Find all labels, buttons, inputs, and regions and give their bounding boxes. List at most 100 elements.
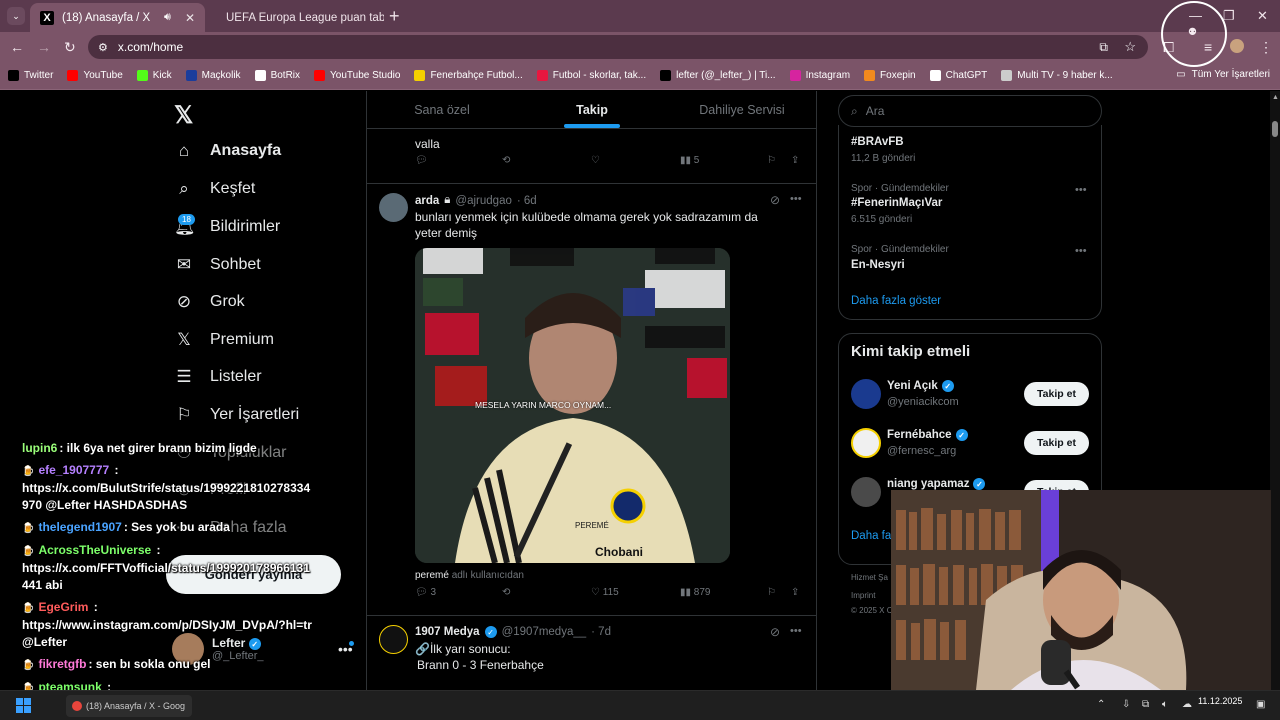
bookmark-item[interactable]: Kick xyxy=(136,70,172,81)
reply-icon[interactable]: 💬︎ xyxy=(415,155,428,166)
bookmark-item[interactable]: YouTube Studio xyxy=(314,70,400,81)
nav-item-grok[interactable]: ⊘ Grok xyxy=(174,292,245,312)
tray-chevron-icon[interactable]: ⌃ xyxy=(1097,699,1105,710)
bookmark-item[interactable]: Foxepin xyxy=(864,70,916,81)
menu-icon[interactable]: ⋮ xyxy=(1259,39,1273,56)
footer-link[interactable]: Imprint xyxy=(851,591,875,600)
follow-button[interactable]: Takip et xyxy=(1024,431,1089,455)
author-handle[interactable]: @ajrudgao xyxy=(455,195,511,207)
download-icon[interactable]: ⇩ xyxy=(1122,699,1130,710)
tab-following[interactable]: Takip xyxy=(517,91,667,128)
avatar[interactable] xyxy=(851,477,881,507)
bookmark-item[interactable]: Futbol - skorlar, tak... xyxy=(536,70,646,81)
search-input[interactable]: ⌕ Ara xyxy=(838,95,1102,127)
clock[interactable]: 11.12.2025 xyxy=(1198,695,1242,707)
suggestion-name[interactable]: Fernébahce ✓ xyxy=(887,429,968,441)
more-icon[interactable]: ••• xyxy=(1075,245,1087,257)
bookmark-item[interactable]: Maçkolik xyxy=(185,70,241,81)
share-icon[interactable]: ⇪ xyxy=(791,587,799,598)
tab-uefa[interactable]: UEFA Europa League puan tabl ✕ xyxy=(208,3,384,32)
bookmark-icon[interactable]: ⚐ xyxy=(767,587,776,598)
nav-item-list[interactable]: ☰ Listeler xyxy=(174,367,261,387)
avatar[interactable] xyxy=(851,428,881,458)
star-icon[interactable]: ☆ xyxy=(1124,39,1136,55)
bookmark-item[interactable]: Twitter xyxy=(8,70,53,81)
nav-item-search[interactable]: ⌕ Keşfet xyxy=(174,179,255,199)
windows-start-icon[interactable] xyxy=(16,698,32,714)
suggestion-name[interactable]: Yeni Açık ✓ xyxy=(887,380,954,392)
bookmark-item[interactable]: lefter (@_lefter_) | Ti... xyxy=(660,70,776,81)
bookmark-item[interactable]: YouTube xyxy=(67,70,123,81)
tab-search-button[interactable]: ⌄ xyxy=(7,7,25,25)
nav-item-bookmark[interactable]: ⚐ Yer İşaretleri xyxy=(174,405,299,425)
post-time[interactable]: · 7d xyxy=(591,626,611,638)
suggestion-handle[interactable]: @fernesc_arg xyxy=(887,445,956,457)
avatar[interactable] xyxy=(379,193,408,222)
trend-name[interactable]: #FenerinMaçıVar xyxy=(851,197,942,209)
repost-icon[interactable]: ⟲ xyxy=(502,587,510,598)
address-bar[interactable]: ⚙ x.com/home ⧉ ☆ xyxy=(88,35,1148,59)
cloud-icon[interactable]: ☁ xyxy=(1182,699,1192,710)
trend-name[interactable]: En-Nesyri xyxy=(851,259,905,271)
tab-dahiliye[interactable]: Dahiliye Servisi xyxy=(667,91,816,128)
cast-icon[interactable]: ⧉ xyxy=(1099,40,1108,55)
more-icon[interactable]: ••• xyxy=(1075,184,1087,196)
like-button[interactable]: ♡ 115 xyxy=(591,587,619,598)
nav-item-x-premium[interactable]: 𝕏 Premium xyxy=(174,330,274,350)
share-icon[interactable]: ⇪ xyxy=(791,155,799,166)
suggestion-handle[interactable]: @yeniacikcom xyxy=(887,396,959,408)
profile-avatar-icon[interactable] xyxy=(1230,39,1244,53)
author-handle[interactable]: @1907medya__ xyxy=(502,626,587,638)
tab-for-you[interactable]: Sana özel xyxy=(367,91,517,128)
show-more-link[interactable]: Daha fazla göster xyxy=(851,295,941,307)
grok-icon[interactable]: ⊘ xyxy=(770,193,780,207)
show-more-link[interactable]: Daha fa xyxy=(851,530,891,542)
post-time[interactable]: · 6d xyxy=(517,195,537,207)
nav-label: Sohbet xyxy=(210,256,261,273)
author-name[interactable]: arda xyxy=(415,195,439,207)
repost-icon[interactable]: ⟲ xyxy=(502,155,510,166)
avatar[interactable] xyxy=(851,379,881,409)
follow-button[interactable]: Takip et xyxy=(1024,382,1089,406)
grok-icon[interactable]: ⊘ xyxy=(770,625,780,639)
bookmark-item[interactable]: Instagram xyxy=(789,70,850,81)
post-video[interactable]: PEREMÉ Chobani MESELA YARIN MARCO OYNAM.… xyxy=(415,248,730,563)
nav-item-home[interactable]: ⌂ Anasayfa xyxy=(174,141,281,161)
suggestion-name[interactable]: niang yapamaz ✓ xyxy=(887,478,986,490)
quote-source[interactable]: peremé adlı kullanıcıdan xyxy=(415,570,524,581)
author-name[interactable]: 1907 Medya xyxy=(415,626,480,638)
bookmark-item[interactable]: BotRix xyxy=(254,70,300,81)
trend-name[interactable]: #BRAvFB xyxy=(851,136,904,148)
views-count[interactable]: ▮▮ 879 xyxy=(680,587,710,598)
close-window-button[interactable]: ✕ xyxy=(1257,8,1268,24)
scroll-up-icon[interactable]: ▲ xyxy=(1272,94,1279,101)
new-tab-button[interactable]: + xyxy=(389,6,400,27)
x-logo-icon[interactable]: 𝕏 xyxy=(174,101,193,130)
bookmark-item[interactable]: Fenerbahçe Futbol... xyxy=(414,70,523,81)
more-icon[interactable]: ••• xyxy=(790,193,802,205)
bookmark-item[interactable]: ChatGPT xyxy=(929,70,987,81)
speaker-icon[interactable]: 🔊︎ xyxy=(164,11,171,24)
scrollbar[interactable]: ▲ xyxy=(1270,91,1280,690)
like-icon[interactable]: ♡ xyxy=(591,155,600,166)
reply-button[interactable]: 💬︎ 3 xyxy=(415,587,436,598)
notification-icon[interactable]: ▣ xyxy=(1256,699,1265,710)
site-info-icon[interactable]: ⚙ xyxy=(98,41,108,54)
bookmark-icon[interactable]: ⚐ xyxy=(767,155,776,166)
views-count[interactable]: ▮▮ 5 xyxy=(680,155,699,166)
footer-link[interactable]: Hizmet Şa xyxy=(851,573,888,582)
taskbar-chrome-app[interactable]: (18) Anasayfa / X - Goog xyxy=(66,695,192,717)
tab-x-home[interactable]: X (18) Anasayfa / X 🔊︎ ✕ xyxy=(30,3,205,32)
forward-icon[interactable]: → xyxy=(37,39,51,55)
reload-icon[interactable]: ↻ xyxy=(64,39,76,56)
volume-icon[interactable]: 🔈︎ xyxy=(1162,699,1168,710)
back-icon[interactable]: ← xyxy=(10,39,24,55)
bookmark-item[interactable]: Multi TV - 9 haber k... xyxy=(1001,70,1113,81)
close-tab-icon[interactable]: ✕ xyxy=(185,11,195,25)
scroll-thumb[interactable] xyxy=(1272,121,1278,137)
more-icon[interactable]: ••• xyxy=(790,625,802,637)
avatar[interactable] xyxy=(379,625,408,654)
nav-item-mail[interactable]: ✉ Sohbet xyxy=(174,255,261,275)
network-icon[interactable]: ⧉ xyxy=(1142,699,1149,710)
all-bookmarks-button[interactable]: ▭ Tüm Yer İşaretleri xyxy=(1176,69,1270,80)
